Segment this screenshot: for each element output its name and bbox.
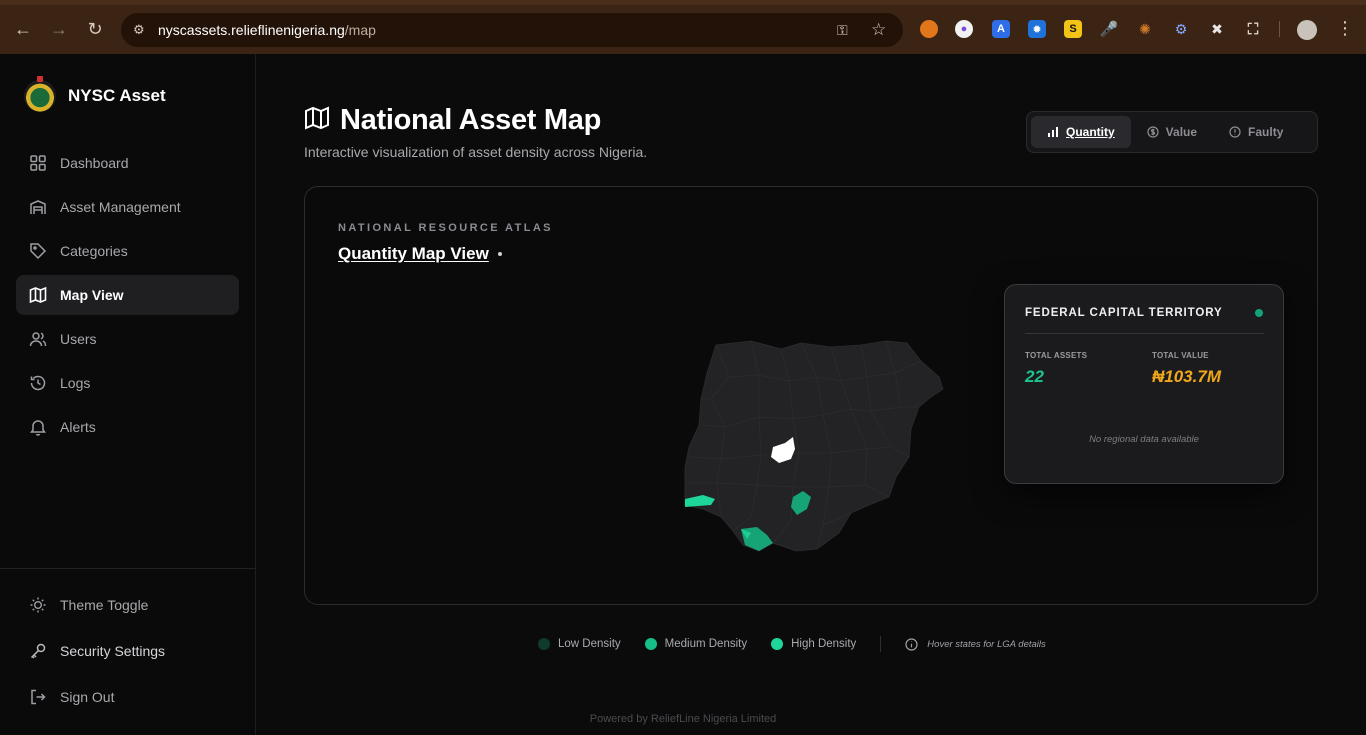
region-data-note: No regional data available	[1089, 434, 1199, 445]
translate-extension-icon[interactable]: A	[992, 20, 1010, 38]
page-subtitle: Interactive visualization of asset densi…	[304, 144, 648, 160]
bar-chart-icon	[1048, 127, 1058, 137]
bug-extension-icon[interactable]: ✺	[1136, 20, 1154, 38]
page-title: National Asset Map	[304, 104, 601, 137]
map-card: NATIONAL RESOURCE ATLAS Quantity Map Vie…	[304, 186, 1318, 605]
legend-high: High Density	[771, 638, 856, 650]
legend-hint: Hover states for LGA details	[905, 637, 1046, 651]
sidebar-item-label: Categories	[60, 243, 128, 259]
sidebar-item-users[interactable]: Users	[16, 319, 239, 359]
sidebar-divider	[0, 568, 256, 569]
footer-credit: Powered by ReliefLine Nigeria Limited	[589, 713, 777, 725]
sidebar-item-dashboard[interactable]: Dashboard	[16, 143, 239, 183]
tab-faulty[interactable]: Faulty	[1213, 116, 1299, 148]
metric-toggle: Quantity Value Faulty	[1026, 111, 1318, 153]
key-icon	[29, 642, 47, 660]
metamask-extension-icon[interactable]	[920, 20, 938, 38]
tab-value[interactable]: Value	[1131, 116, 1213, 148]
app-root: NYSC Asset Dashboard Asset Management Ca…	[0, 54, 1366, 735]
legend-swatch-medium	[644, 638, 657, 650]
status-dot	[1255, 309, 1263, 317]
url-text[interactable]: nyscassets.relieflinenigeria.ng/map	[158, 22, 376, 38]
map-icon	[29, 286, 47, 304]
total-value-value: ₦103.7M	[1152, 367, 1221, 386]
card-title: Quantity Map View	[338, 244, 502, 264]
puzzle-extensions-icon[interactable]: ⛶	[1244, 20, 1262, 38]
dollar-circle-icon	[1147, 126, 1159, 138]
sidebar-item-label: Map View	[60, 287, 124, 303]
nigeria-outline[interactable]	[684, 340, 944, 552]
legend-medium: Medium Density	[644, 638, 747, 650]
chat-extension-icon[interactable]: ●	[955, 20, 973, 38]
sun-icon	[29, 596, 47, 614]
total-assets-label: TOTAL ASSETS	[1025, 351, 1088, 360]
sidebar-item-label: Logs	[60, 375, 91, 391]
page-title-text: National Asset Map	[340, 104, 602, 136]
sidebar-item-alerts[interactable]: Alerts	[16, 407, 239, 447]
security-settings-label: Security Settings	[60, 643, 166, 659]
robot-extension-icon[interactable]: ⚙	[1172, 20, 1190, 38]
theme-toggle-button[interactable]: Theme Toggle	[16, 584, 239, 626]
password-key-icon[interactable]: ⚿	[837, 22, 848, 39]
bookmark-star-icon[interactable]: ☆	[871, 20, 886, 40]
history-icon	[29, 374, 47, 392]
browser-toolbar: ← → ↻ ⚙ nyscassets.relieflinenigeria.ng/…	[0, 0, 1366, 54]
brand[interactable]: NYSC Asset	[24, 76, 166, 112]
tab-strip	[0, 0, 1366, 5]
region-name: FEDERAL CAPITAL TERRITORY	[1025, 307, 1223, 319]
users-icon	[29, 330, 47, 348]
map-legend: Low Density Medium Density High Density …	[538, 636, 1046, 652]
card-divider	[1025, 333, 1264, 334]
reload-icon[interactable]: ↻	[84, 18, 106, 40]
sidebar-nav: Dashboard Asset Management Categories Ma…	[16, 143, 239, 451]
dashboard-grid-icon	[29, 154, 47, 172]
toolbar-divider	[1279, 21, 1280, 37]
address-bar[interactable]: ⚙ nyscassets.relieflinenigeria.ng/map ⚿ …	[121, 13, 903, 47]
sign-out-icon	[29, 688, 47, 706]
sidebar: NYSC Asset Dashboard Asset Management Ca…	[0, 54, 256, 735]
nysc-logo-icon	[24, 76, 56, 112]
brand-name: NYSC Asset	[68, 86, 166, 105]
profile-avatar[interactable]	[1297, 20, 1317, 40]
theme-toggle-label: Theme Toggle	[60, 597, 149, 613]
sidebar-item-asset-management[interactable]: Asset Management	[16, 187, 239, 227]
sidebar-item-categories[interactable]: Categories	[16, 231, 239, 271]
s-extension-icon[interactable]: S	[1064, 20, 1082, 38]
alert-circle-icon	[1229, 126, 1241, 138]
info-icon	[905, 637, 918, 651]
gear-extension-icon[interactable]: ✹	[1028, 20, 1046, 38]
sidebar-item-label: Asset Management	[60, 199, 181, 215]
sidebar-item-label: Dashboard	[60, 155, 129, 171]
sidebar-item-logs[interactable]: Logs	[16, 363, 239, 403]
card-overline: NATIONAL RESOURCE ATLAS	[338, 222, 553, 234]
sign-out-label: Sign Out	[60, 689, 115, 705]
security-settings-button[interactable]: Security Settings	[16, 630, 239, 672]
sign-out-button[interactable]: Sign Out	[16, 676, 239, 718]
menu-kebab-icon[interactable]: ⋮	[1336, 18, 1354, 39]
microphone-icon[interactable]: 🎤	[1100, 20, 1119, 38]
sidebar-item-label: Alerts	[60, 419, 96, 435]
region-info-card: FEDERAL CAPITAL TERRITORY TOTAL ASSETS T…	[1004, 284, 1284, 484]
sidebar-bottom: Theme Toggle Security Settings Sign Out	[16, 584, 239, 722]
total-value-label: TOTAL VALUE	[1152, 351, 1209, 360]
legend-low: Low Density	[538, 638, 621, 650]
tab-quantity[interactable]: Quantity	[1031, 116, 1131, 148]
legend-swatch-low	[538, 638, 550, 650]
legend-divider	[880, 636, 882, 652]
bell-icon	[29, 418, 47, 436]
title-dot	[497, 252, 502, 256]
site-settings-icon[interactable]: ⚙	[133, 22, 149, 38]
map-icon	[304, 105, 330, 136]
x-extension-icon[interactable]: ✖	[1208, 20, 1226, 38]
forward-icon[interactable]: →	[48, 18, 70, 40]
warehouse-icon	[29, 198, 47, 216]
main-content: National Asset Map Interactive visualiza…	[256, 54, 1366, 735]
legend-swatch-high	[771, 638, 784, 650]
back-icon[interactable]: ←	[12, 18, 34, 40]
sidebar-item-map-view[interactable]: Map View	[16, 275, 239, 315]
nigeria-map[interactable]	[681, 337, 947, 555]
total-assets-value: 22	[1025, 367, 1044, 386]
sidebar-item-label: Users	[60, 331, 97, 347]
tag-icon	[29, 242, 47, 260]
